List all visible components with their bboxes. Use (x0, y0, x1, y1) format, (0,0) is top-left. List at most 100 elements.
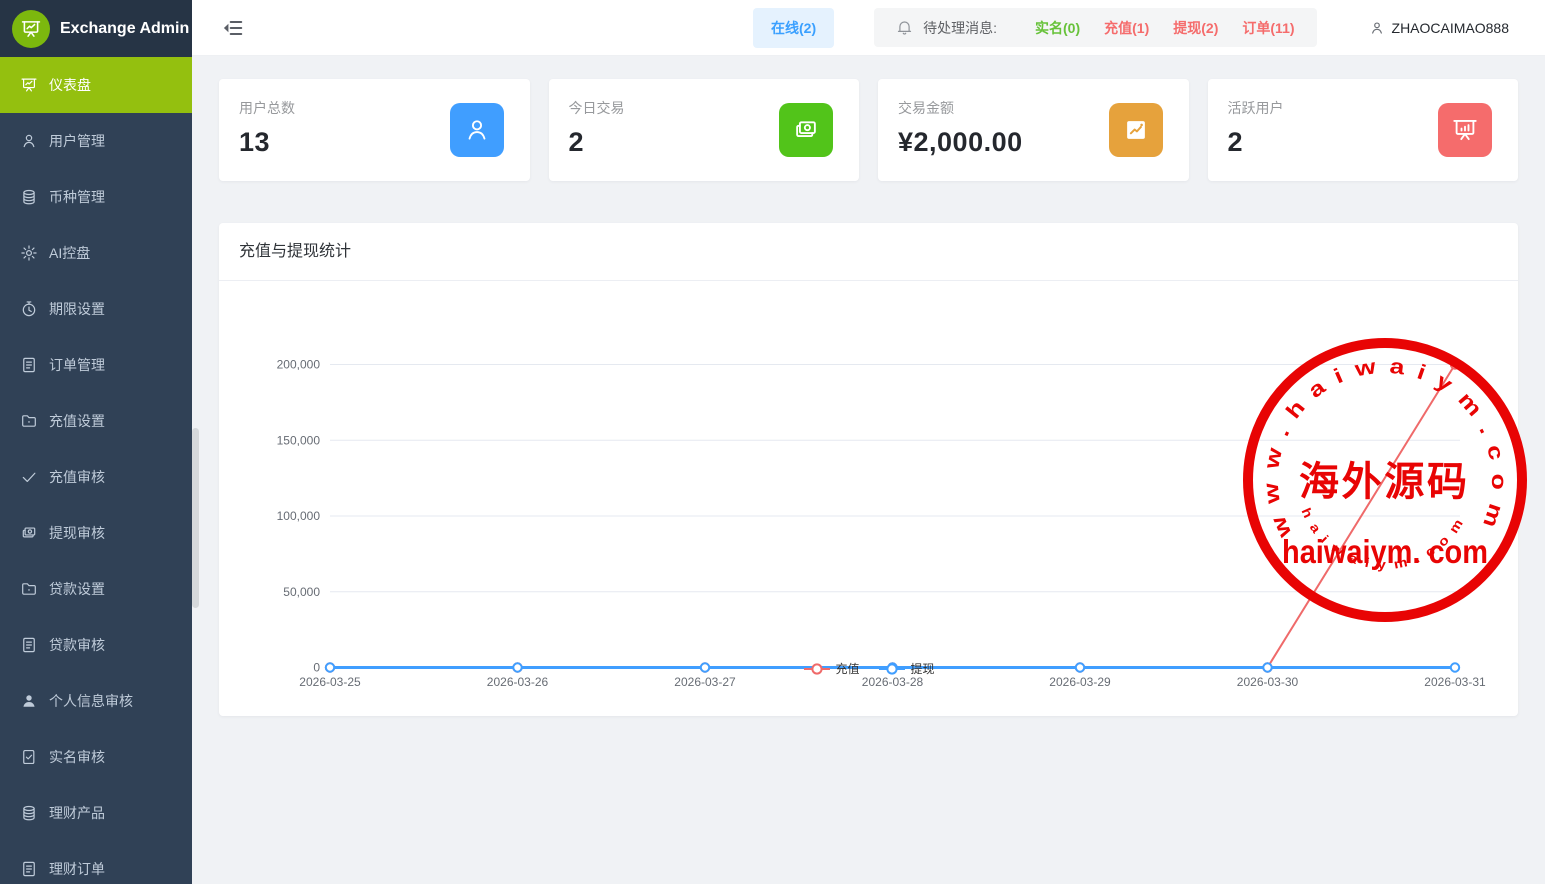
sidebar-item-7[interactable]: 充值审核 (0, 449, 192, 505)
stat-card-3: 活跃用户 2 (1207, 79, 1518, 181)
sidebar-item-11[interactable]: 个人信息审核 (0, 673, 192, 729)
money-icon (779, 103, 833, 157)
sidebar-item-4[interactable]: 期限设置 (0, 281, 192, 337)
stats-row: 用户总数 13 今日交易 2 交易金额 ¥2,000.00 活跃用户 2 (219, 79, 1518, 181)
database-icon (20, 804, 38, 822)
sidebar-item-13[interactable]: 理财产品 (0, 785, 192, 841)
current-user[interactable]: ZHAOCAIMAO888 (1369, 20, 1509, 36)
svg-text:2026-03-31: 2026-03-31 (1424, 675, 1486, 689)
sidebar-item-label: 充值审核 (49, 469, 105, 485)
svg-text:2026-03-29: 2026-03-29 (1049, 675, 1111, 689)
app-logo: Exchange Admin (0, 0, 192, 57)
sidebar-fold-icon[interactable] (222, 17, 244, 39)
user-icon (449, 103, 504, 157)
content-area: 用户总数 13 今日交易 2 交易金额 ¥2,000.00 活跃用户 2 充值与提现统计 0 5… (192, 56, 1545, 716)
sidebar-item-label: 充值设置 (49, 413, 105, 429)
pending-messages-bar: 待处理消息: 实名(0) 充值(1) 提现(2) 订单(11) (874, 8, 1317, 47)
sidebar-item-2[interactable]: 币种管理 (0, 169, 192, 225)
document-icon (20, 860, 38, 878)
chart-plot: 0 50,000 100,000 150,000 200,000 2026-03-25 20… (277, 358, 1486, 690)
sidebar-item-label: 币种管理 (49, 189, 105, 205)
legend-label: 充值 (835, 662, 860, 676)
sidebar-item-3[interactable]: AI控盘 (0, 225, 192, 281)
sidebar-item-1[interactable]: 用户管理 (0, 113, 192, 169)
sidebar-item-label: 个人信息审核 (49, 693, 133, 709)
sidebar-item-label: 贷款审核 (49, 637, 105, 653)
message-badge-0[interactable]: 实名(0) (1035, 18, 1080, 38)
chart-card-title: 充值与提现统计 (219, 223, 1518, 281)
person-filled-icon (20, 692, 38, 710)
pending-messages-label: 待处理消息: (923, 19, 998, 36)
svg-text:2026-03-30: 2026-03-30 (1237, 675, 1299, 689)
legend-item-0[interactable]: 充值 (802, 660, 860, 677)
bell-icon (896, 19, 913, 36)
clock-icon (20, 300, 38, 318)
svg-text:2026-03-26: 2026-03-26 (487, 675, 549, 689)
sidebar-item-label: 理财产品 (49, 805, 105, 821)
trend-icon (1108, 103, 1163, 157)
chart-legend: 充值 提现 (802, 660, 935, 677)
document-icon (20, 636, 38, 654)
stat-card-1: 今日交易 2 (548, 79, 859, 181)
sidebar-item-label: 理财订单 (49, 861, 105, 877)
svg-text:2026-03-27: 2026-03-27 (674, 675, 736, 689)
app-root: Exchange Admin 仪表盘 用户管理 币种管理 AI控盘 期限设置 订单管理 充值… (0, 0, 1545, 884)
document-icon (20, 356, 38, 374)
folder-icon (20, 580, 38, 598)
legend-item-1[interactable]: 提现 (878, 660, 935, 677)
message-badge-3[interactable]: 订单(11) (1242, 18, 1294, 38)
scrollbar-thumb[interactable] (192, 428, 199, 608)
sidebar-item-10[interactable]: 贷款审核 (0, 617, 192, 673)
sidebar-item-label: 期限设置 (49, 301, 105, 317)
user-icon (20, 132, 38, 150)
message-badge-2[interactable]: 提现(2) (1173, 18, 1218, 38)
svg-text:50,000: 50,000 (283, 585, 320, 599)
stat-card-0: 用户总数 13 (219, 79, 530, 181)
pending-message-badges: 实名(0) 充值(1) 提现(2) 订单(11) (1011, 18, 1295, 38)
gear-icon (20, 244, 38, 262)
svg-text:2026-03-28: 2026-03-28 (862, 675, 924, 689)
folder-icon (20, 412, 38, 430)
sidebar-item-label: 提现审核 (49, 525, 105, 541)
sidebar-item-8[interactable]: 提现审核 (0, 505, 192, 561)
sidebar: Exchange Admin 仪表盘用户管理币种管理 AI控盘期限设置订单管理充值… (0, 0, 192, 884)
document-check-icon (20, 748, 38, 766)
database-icon (20, 188, 38, 206)
check-icon (20, 468, 38, 486)
username: ZHAOCAIMAO888 (1391, 19, 1509, 36)
sidebar-item-12[interactable]: 实名审核 (0, 729, 192, 785)
board-bars-icon (1438, 103, 1492, 157)
sidebar-item-6[interactable]: 充值设置 (0, 393, 192, 449)
svg-text:200,000: 200,000 (277, 358, 321, 372)
svg-text:0: 0 (313, 661, 320, 675)
legend-marker-icon (803, 662, 830, 675)
sidebar-item-0[interactable]: 仪表盘 (0, 57, 192, 113)
money-icon (20, 524, 38, 542)
topbar: 在线(2) 待处理消息: 实名(0) 充值(1) 提现(2) 订单(11) ZHAOC… (192, 0, 1545, 56)
user-icon (1369, 20, 1385, 36)
chart-card: 充值与提现统计 0 50,000 100,000 150,000 200,000 2026… (219, 223, 1518, 716)
app-logo-board-icon (12, 9, 50, 48)
main-area: 在线(2) 待处理消息: 实名(0) 充值(1) 提现(2) 订单(11) ZHAOC… (192, 0, 1545, 884)
legend-label: 提现 (910, 662, 935, 676)
sidebar-item-label: 实名审核 (49, 749, 105, 765)
board-icon (20, 76, 38, 94)
svg-text:150,000: 150,000 (277, 433, 321, 447)
sidebar-item-label: 仪表盘 (49, 77, 91, 93)
message-badge-1[interactable]: 充值(1) (1104, 18, 1149, 38)
recharge-withdraw-chart: 0 50,000 100,000 150,000 200,000 2026-03-25 20… (219, 281, 1518, 716)
app-title: Exchange Admin (60, 19, 190, 37)
sidebar-item-label: 订单管理 (49, 357, 105, 373)
sidebar-item-label: 贷款设置 (49, 581, 105, 597)
sidebar-item-label: 用户管理 (49, 133, 105, 149)
sidebar-item-9[interactable]: 贷款设置 (0, 561, 192, 617)
svg-text:100,000: 100,000 (277, 509, 321, 523)
svg-text:2026-03-25: 2026-03-25 (299, 675, 361, 689)
legend-marker-icon (878, 662, 905, 675)
sidebar-item-14[interactable]: 理财订单 (0, 841, 192, 884)
sidebar-menu: 仪表盘用户管理币种管理 AI控盘期限设置订单管理充值设置充值审核提现审核贷款设置贷… (0, 57, 192, 884)
stat-card-2: 交易金额 ¥2,000.00 (878, 79, 1189, 181)
sidebar-item-5[interactable]: 订单管理 (0, 337, 192, 393)
sidebar-item-label: AI控盘 (49, 245, 91, 261)
online-users-button[interactable]: 在线(2) (753, 7, 835, 48)
